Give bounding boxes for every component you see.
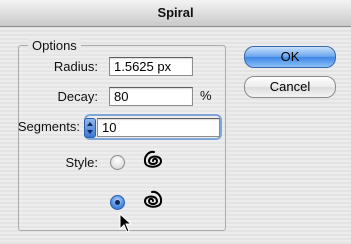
spiral-counterclockwise-icon [143,150,163,168]
segments-field[interactable]: 10 [97,118,220,137]
segments-stepper[interactable] [84,118,96,138]
title-bar: Spiral [0,0,351,27]
style-radio-1[interactable] [110,155,125,170]
segments-label: Segments: [17,119,80,134]
ok-button[interactable]: OK [244,46,336,68]
stepper-down-icon[interactable] [87,130,93,134]
cancel-button[interactable]: Cancel [244,76,336,98]
spiral-clockwise-icon [143,190,163,208]
mouse-pointer-icon [119,213,133,233]
style-radio-2[interactable] [110,195,125,210]
radius-field[interactable]: 1.5625 px [109,57,193,76]
decay-field[interactable]: 80 [109,87,193,106]
decay-label: Decay: [57,89,98,104]
options-group-title: Options [28,38,81,53]
style-label: Style: [65,155,98,170]
dialog-title: Spiral [157,5,194,20]
radius-label: Radius: [53,59,98,74]
spiral-dialog: Spiral Options Radius: 1.5625 px Decay: … [0,0,351,244]
stepper-up-icon[interactable] [87,122,93,126]
decay-unit: % [200,88,212,103]
